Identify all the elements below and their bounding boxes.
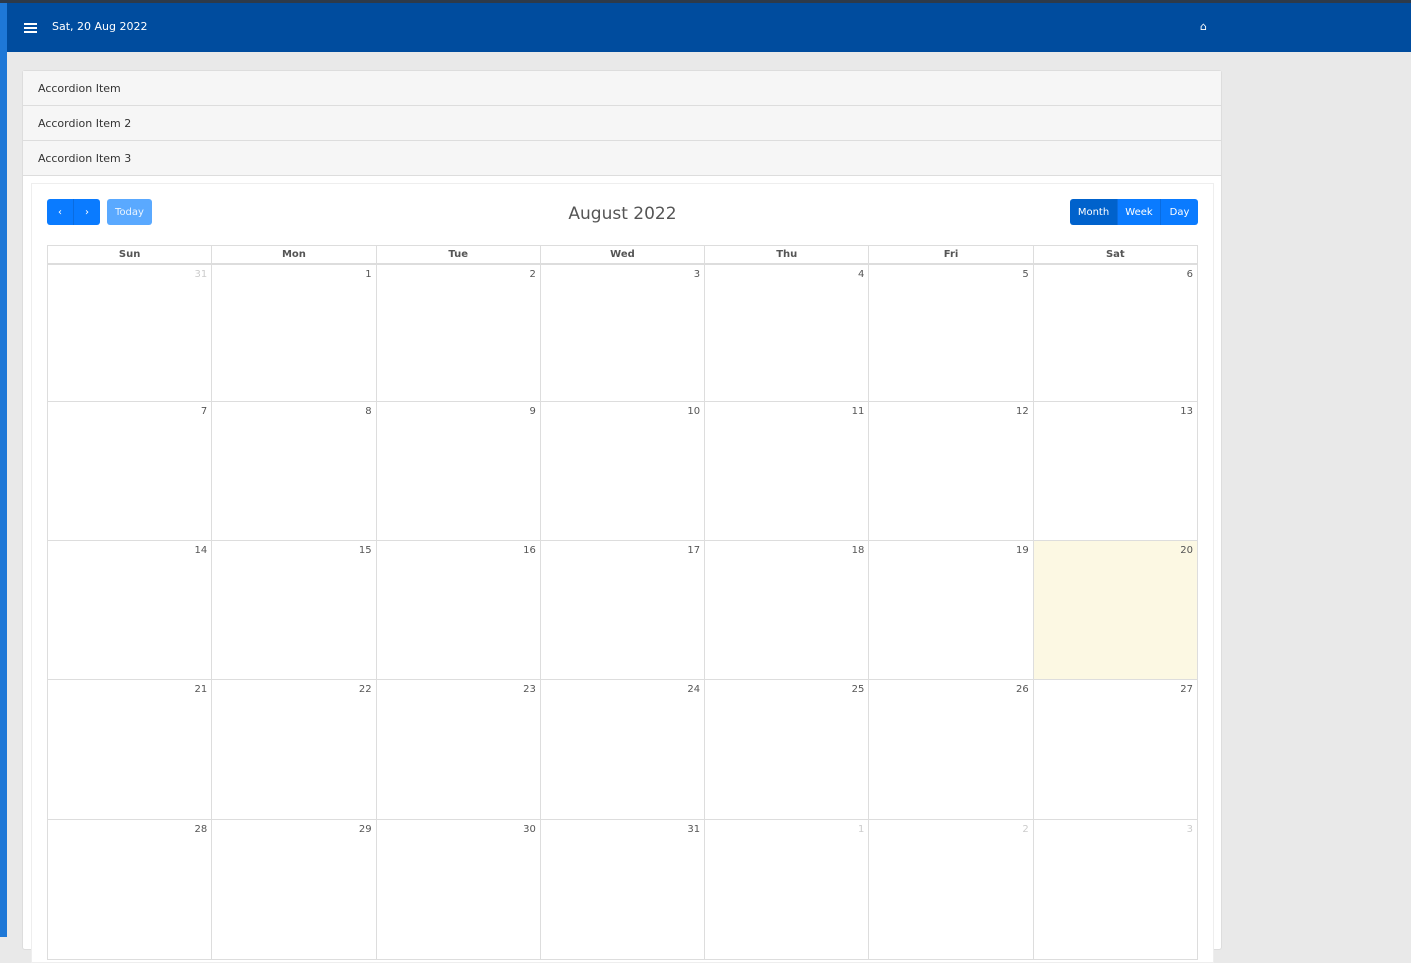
week-row: 31 1 2 3 4 5 6 <box>47 265 1198 402</box>
day-number: 18 <box>851 545 865 556</box>
weekday-mon: Mon <box>212 246 377 263</box>
day-cell[interactable]: 13 <box>1034 402 1198 540</box>
day-number: 31 <box>687 824 701 835</box>
accordion-item-2[interactable]: Accordion Item 2 <box>23 106 1221 141</box>
day-cell[interactable]: 16 <box>377 541 541 679</box>
day-cell[interactable]: 18 <box>705 541 870 679</box>
month-grid: Sun Mon Tue Wed Thu Fri Sat 31 1 2 3 4 5 6 7 8 9 10 11 12 1… <box>47 245 1198 960</box>
day-number: 26 <box>1015 684 1029 695</box>
week-row: 21 22 23 24 25 26 27 <box>47 680 1198 820</box>
day-cell[interactable]: 26 <box>869 680 1034 819</box>
day-number: 28 <box>194 824 208 835</box>
day-cell[interactable]: 4 <box>705 265 870 401</box>
calendar: ‹ › Today August 2022 Month Week Day Sun… <box>31 183 1214 963</box>
day-cell[interactable]: 9 <box>377 402 541 540</box>
day-number: 2 <box>1022 824 1029 835</box>
day-number: 3 <box>693 269 701 280</box>
day-number: 19 <box>1015 545 1029 556</box>
week-row: 14 15 16 17 18 19 20 <box>47 541 1198 680</box>
day-cell[interactable]: 8 <box>212 402 377 540</box>
day-cell[interactable]: 11 <box>705 402 870 540</box>
day-cell[interactable]: 31 <box>48 265 213 401</box>
day-number: 5 <box>1022 269 1029 280</box>
accordion-item-3[interactable]: Accordion Item 3 <box>23 141 1221 176</box>
day-number: 20 <box>1180 545 1193 556</box>
top-navbar: Sat, 20 Aug 2022 ⌂ <box>7 3 1411 52</box>
weekday-sun: Sun <box>48 246 213 263</box>
day-number: 10 <box>687 406 701 417</box>
day-cell[interactable]: 5 <box>869 265 1034 401</box>
day-number: 21 <box>194 684 208 695</box>
day-cell[interactable]: 31 <box>541 820 706 959</box>
day-cell[interactable]: 10 <box>541 402 706 540</box>
day-cell[interactable]: 6 <box>1034 265 1198 401</box>
day-cell[interactable]: 25 <box>705 680 870 819</box>
day-number: 11 <box>851 406 865 417</box>
day-number: 1 <box>858 824 865 835</box>
day-cell[interactable]: 24 <box>541 680 706 819</box>
day-number: 14 <box>194 545 208 556</box>
day-cell[interactable]: 22 <box>212 680 377 819</box>
week-view-button[interactable]: Week <box>1118 199 1161 225</box>
day-cell[interactable]: 20 <box>1033 541 1198 679</box>
day-cell[interactable]: 28 <box>48 820 213 959</box>
day-number: 1 <box>365 269 372 280</box>
calendar-title: August 2022 <box>568 204 677 224</box>
day-number: 15 <box>358 545 372 556</box>
day-view-button[interactable]: Day <box>1161 199 1198 225</box>
month-view-button[interactable]: Month <box>1070 199 1118 225</box>
weekday-fri: Fri <box>869 246 1034 263</box>
week-row: 28 29 30 31 1 2 3 <box>47 820 1198 960</box>
day-cell[interactable]: 1 <box>212 265 377 401</box>
day-number: 3 <box>1186 824 1193 835</box>
weekday-header: Sun Mon Tue Wed Thu Fri Sat <box>47 245 1198 265</box>
day-cell[interactable]: 17 <box>541 541 706 679</box>
weekday-sat: Sat <box>1105 249 1125 260</box>
weekday-tue: Tue <box>377 246 541 263</box>
day-number: 2 <box>529 269 536 280</box>
day-number: 31 <box>194 269 208 280</box>
day-cell[interactable]: 12 <box>869 402 1034 540</box>
day-cell[interactable]: 19 <box>869 541 1034 679</box>
day-number: 6 <box>1186 269 1193 280</box>
day-cell[interactable]: 2 <box>377 265 541 401</box>
day-number: 4 <box>858 269 865 280</box>
day-number: 17 <box>687 545 701 556</box>
hamburger-menu-icon[interactable] <box>24 23 37 33</box>
day-number: 8 <box>365 406 372 417</box>
day-number: 9 <box>529 406 536 417</box>
week-row: 7 8 9 10 11 12 13 <box>47 402 1198 541</box>
day-number: 23 <box>523 684 536 695</box>
sidebar-strip <box>0 3 7 937</box>
current-date: Sat, 20 Aug 2022 <box>52 20 148 33</box>
day-number: 13 <box>1180 406 1193 417</box>
day-cell[interactable]: 15 <box>212 541 377 679</box>
day-cell[interactable]: 14 <box>48 541 213 679</box>
day-number: 27 <box>1180 684 1193 695</box>
day-cell[interactable]: 27 <box>1034 680 1198 819</box>
day-number: 25 <box>851 684 865 695</box>
day-cell[interactable]: 30 <box>377 820 541 959</box>
day-number: 22 <box>358 684 372 695</box>
day-number: 24 <box>687 684 701 695</box>
day-cell[interactable]: 1 <box>705 820 870 959</box>
day-cell[interactable]: 3 <box>1034 820 1198 959</box>
weekday-thu: Thu <box>705 246 870 263</box>
weekday-wed: Wed <box>541 246 706 263</box>
day-number: 30 <box>523 824 536 835</box>
accordion-item-1[interactable]: Accordion Item <box>23 71 1221 106</box>
day-number: 16 <box>523 545 536 556</box>
day-number: 29 <box>358 824 372 835</box>
day-number: 12 <box>1015 406 1029 417</box>
day-cell[interactable]: 3 <box>541 265 706 401</box>
day-cell[interactable]: 2 <box>869 820 1034 959</box>
day-cell[interactable]: 7 <box>48 402 213 540</box>
main-card: Accordion Item Accordion Item 2 Accordio… <box>22 70 1222 963</box>
day-number: 7 <box>200 406 208 417</box>
day-cell[interactable]: 21 <box>48 680 213 819</box>
home-icon[interactable]: ⌂ <box>1200 20 1207 33</box>
day-cell[interactable]: 29 <box>212 820 377 959</box>
view-switcher: Month Week Day <box>1070 199 1198 225</box>
day-cell[interactable]: 23 <box>377 680 541 819</box>
